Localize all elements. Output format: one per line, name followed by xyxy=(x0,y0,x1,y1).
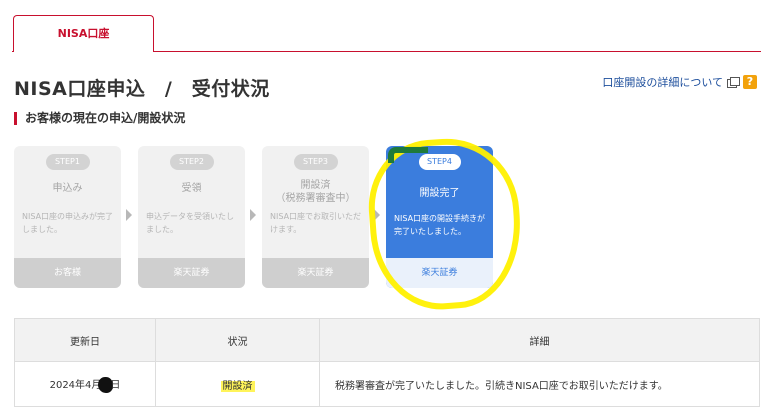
status-table: 更新日 状況 詳細 2024年4月日 開設済 税務署審査が完了いたしました。引続… xyxy=(14,318,760,407)
step-arrow-icon xyxy=(126,209,132,221)
account-opening-details-label[interactable]: 口座開設の詳細について xyxy=(602,74,723,90)
step-badge: STEP3 xyxy=(293,154,338,170)
step-actor: 楽天証券 xyxy=(138,258,245,288)
table-row: 2024年4月日 開設済 税務署審査が完了いたしました。引続きNISA口座でお取… xyxy=(14,361,760,407)
page-title: NISA口座申込 / 受付状況 xyxy=(14,78,270,100)
step-title: 開設完了 xyxy=(419,188,460,199)
status-cell: 開設済 xyxy=(155,361,320,407)
updated-date-cell: 2024年4月日 xyxy=(14,361,156,407)
step-description: NISA口座の開設手続きが完了いたしました。 xyxy=(394,214,486,236)
step-description: NISA口座の申込みが完了しました。 xyxy=(22,212,114,234)
account-opening-details-link[interactable]: 口座開設の詳細について ? xyxy=(602,74,757,90)
updated-date-suffix: 日 xyxy=(110,379,121,391)
step-card-1: STEP1 申込み NISA口座の申込みが完了しました。 お客様 xyxy=(14,146,121,288)
step-actor: 楽天証券 xyxy=(262,258,369,288)
step-actor: 楽天証券 xyxy=(386,258,493,288)
step-actor: お客様 xyxy=(14,258,121,288)
step-title: 開設済 （税務署審査中） xyxy=(275,180,356,204)
step-title: 申込み xyxy=(52,183,83,194)
column-header-details: 詳細 xyxy=(319,318,760,362)
tab-nisa-account[interactable]: NISA口座 xyxy=(13,15,154,53)
external-window-icon xyxy=(727,77,740,88)
column-header-updated-date: 更新日 xyxy=(14,318,156,362)
step-arrow-icon xyxy=(374,209,380,221)
table-header-row: 更新日 状況 詳細 xyxy=(14,318,760,362)
step-card-3: STEP3 開設済 （税務署審査中） NISA口座でお取引いただけます。 楽天証… xyxy=(262,146,369,288)
step-badge: STEP1 xyxy=(45,154,90,170)
help-icon[interactable]: ? xyxy=(743,75,757,89)
section-title: お客様の現在の申込/開設状況 xyxy=(14,112,185,125)
step-description: 申込データを受領いたしました。 xyxy=(146,212,234,234)
step-title: 受領 xyxy=(181,183,202,194)
step-arrow-icon xyxy=(250,209,256,221)
tab-bar: NISA口座 xyxy=(12,0,761,53)
status-text: 開設済 xyxy=(220,380,255,392)
detail-cell: 税務署審査が完了いたしました。引続きNISA口座でお取引いただけます。 xyxy=(319,361,760,407)
step-description: NISA口座でお取引いただけます。 xyxy=(270,212,362,234)
step-badge: STEP4 xyxy=(418,154,461,170)
updated-date-prefix: 2024年4月 xyxy=(49,379,102,391)
step-card-2: STEP2 受領 申込データを受領いたしました。 楽天証券 xyxy=(138,146,245,288)
column-header-status: 状況 xyxy=(155,318,320,362)
step-badge: STEP2 xyxy=(169,154,214,170)
step-card-4: STEP4 開設完了 NISA口座の開設手続きが完了いたしました。 楽天証券 xyxy=(386,146,493,288)
